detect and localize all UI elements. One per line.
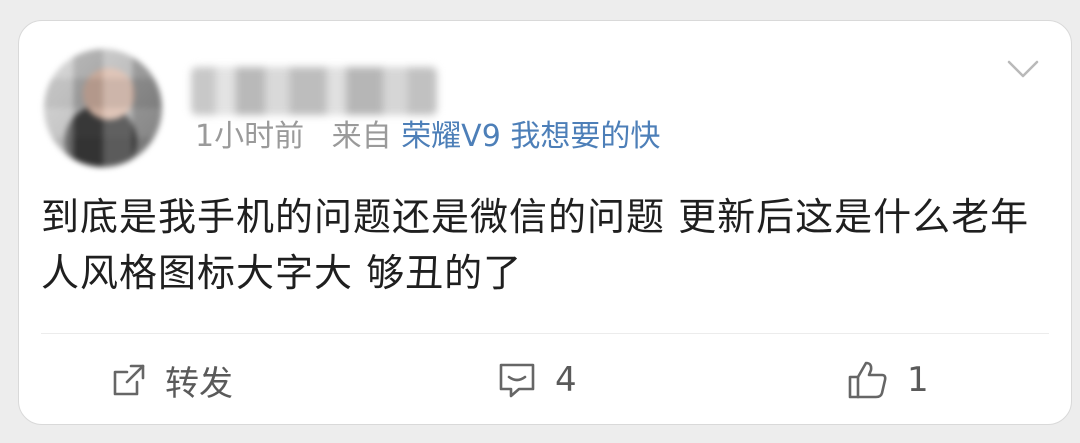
post-content: 到底是我手机的问题还是微信的问题 更新后这是什么老年人风格图标大字大 够丑的了: [41, 195, 1030, 295]
repost-button[interactable]: 转发: [111, 355, 233, 405]
post-card: 1小时前 来自 荣耀V9 我想要的快 到底是我手机的问题还是微信的问题 更新后这…: [18, 20, 1072, 425]
post-source-link[interactable]: 荣耀V9 我想要的快: [401, 119, 660, 154]
post-time: 1小时前: [195, 119, 305, 154]
avatar[interactable]: [44, 49, 162, 167]
post-meta: 1小时前 来自 荣耀V9 我想要的快: [195, 117, 660, 157]
source-prefix: 来自: [331, 119, 392, 154]
comment-count: 4: [555, 360, 577, 400]
thumbs-up-icon: [848, 361, 887, 399]
username-blurred[interactable]: [191, 67, 437, 115]
like-count: 1: [907, 360, 929, 400]
like-button[interactable]: 1: [847, 355, 929, 405]
chevron-down-icon[interactable]: [1005, 55, 1041, 83]
share-icon: [113, 364, 145, 396]
divider: [41, 333, 1049, 334]
repost-label: 转发: [165, 363, 233, 404]
comment-icon: [499, 363, 535, 398]
comment-button[interactable]: 4: [497, 355, 577, 405]
